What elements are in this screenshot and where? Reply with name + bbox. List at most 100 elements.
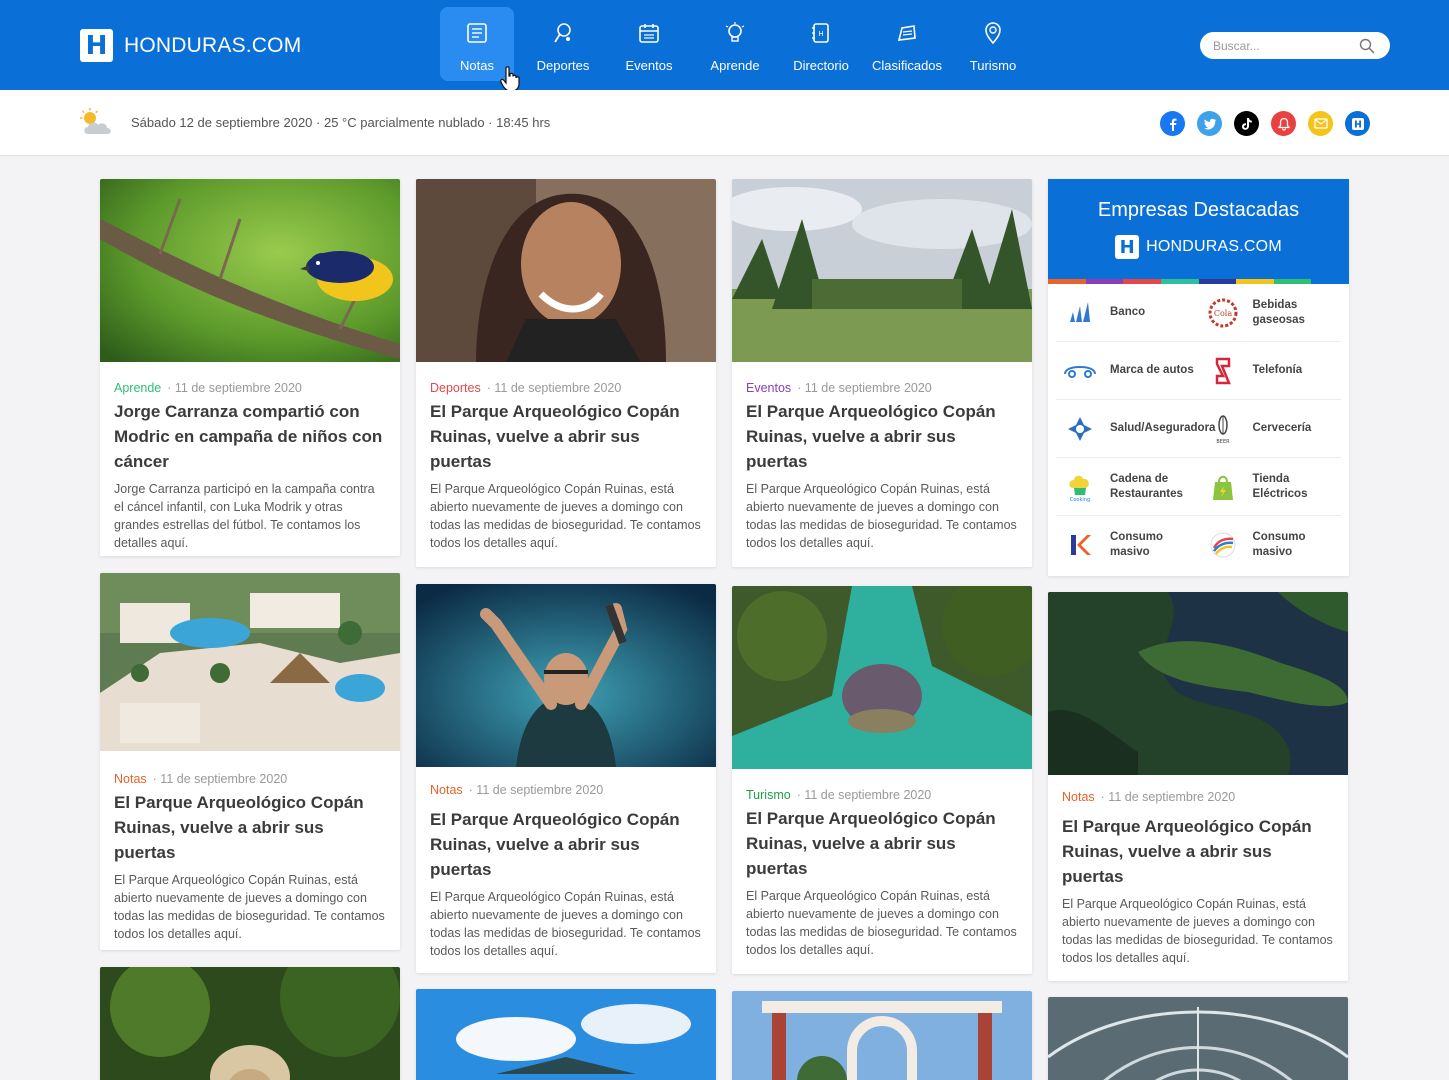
nav-label: Deportes [536, 58, 590, 73]
search-box[interactable] [1200, 32, 1390, 59]
article-title[interactable]: El Parque Arqueológico Copán Ruinas, vue… [430, 807, 702, 882]
brand-item[interactable]: Banco [1056, 296, 1199, 330]
article-meta: Notas · 11 de septiembre 2020 [430, 783, 702, 797]
nav-label: Aprende [710, 58, 760, 73]
article-title[interactable]: El Parque Arqueológico Copán Ruinas, vue… [746, 399, 1018, 474]
brand-label: Telefonía [1252, 364, 1303, 376]
article-meta: Turismo · 11 de septiembre 2020 [746, 788, 1018, 802]
date-weather-text: Sábado 12 de septiembre 2020 · 25 °C par… [131, 115, 551, 130]
nav-item-clasificados[interactable]: Clasificados [864, 7, 950, 81]
article-category[interactable]: Deportes [430, 381, 481, 395]
article-category[interactable]: Notas [1062, 790, 1095, 804]
article-card[interactable] [100, 967, 400, 1080]
sports-icon [551, 21, 575, 45]
telecom-logo-icon [1203, 354, 1243, 388]
article-meta: Deportes · 11 de septiembre 2020 [430, 381, 702, 395]
brand-item[interactable]: Consumo masivo [1056, 528, 1199, 562]
article-excerpt: El Parque Arqueológico Copán Ruinas, est… [114, 873, 385, 941]
article-image-woman[interactable] [416, 179, 716, 362]
article-image-courtyard[interactable] [732, 991, 1032, 1080]
article-card[interactable]: Turismo · 11 de septiembre 2020 El Parque… [732, 586, 1032, 974]
article-image-lake-sky[interactable] [416, 989, 716, 1080]
article-title[interactable]: El Parque Arqueológico Copán Ruinas, vue… [1062, 814, 1334, 889]
brand-row: Marca de autos Telefonía [1056, 342, 1341, 400]
article-image-bird[interactable] [100, 179, 400, 362]
mail-icon[interactable] [1308, 111, 1333, 136]
article-excerpt: El Parque Arqueológico Copán Ruinas, est… [746, 482, 1017, 550]
mouse-pointer-hand-icon [500, 66, 520, 92]
main-nav: Notas Deportes Eventos Aprende H Directo… [440, 7, 1036, 81]
brand-label: Consumo masivo [1110, 531, 1164, 558]
article-card[interactable]: Eventos · 11 de septiembre 2020 El Parque… [732, 179, 1032, 567]
nav-label: Clasificados [871, 58, 943, 73]
article-excerpt: El Parque Arqueológico Copán Ruinas, est… [746, 889, 1017, 957]
article-card[interactable] [732, 991, 1032, 1080]
article-card[interactable]: Notas · 11 de septiembre 2020 El Parque A… [100, 573, 400, 950]
brand-item[interactable]: Cola Bebidas gaseosas [1199, 296, 1342, 330]
brand-label: Cervecería [1252, 422, 1312, 434]
search-icon[interactable] [1359, 38, 1375, 54]
article-date: · 11 de septiembre 2020 [468, 783, 604, 797]
article-card[interactable]: Aprende · 11 de septiembre 2020 Jorge Car… [100, 179, 400, 556]
notification-bell-icon[interactable] [1271, 111, 1296, 136]
notes-icon [465, 21, 489, 45]
site-logo[interactable]: H HONDURAS.COM [80, 29, 301, 62]
honduras-app-icon[interactable] [1345, 111, 1370, 136]
article-category[interactable]: Turismo [746, 788, 791, 802]
info-bar: Sábado 12 de septiembre 2020 · 25 °C par… [0, 90, 1449, 156]
brand-item[interactable]: BEER Cervecería [1199, 412, 1342, 446]
brand-item[interactable]: Salud/Aseguradora [1056, 412, 1215, 446]
article-card[interactable] [416, 989, 716, 1080]
article-image-forest[interactable] [732, 179, 1032, 362]
article-meta: Aprende · 11 de septiembre 2020 [114, 381, 386, 395]
nav-item-turismo[interactable]: Turismo [950, 7, 1036, 81]
brand-row: Cooking Cadena de Restaurantes Tienda El… [1056, 458, 1341, 516]
article-image-river[interactable] [732, 586, 1032, 769]
consumer-goods-logo-icon-2 [1203, 528, 1243, 562]
brand-label: Tienda Eléctricos [1252, 472, 1308, 500]
facebook-icon[interactable] [1160, 111, 1185, 136]
consumer-goods-logo-icon [1060, 528, 1100, 562]
svg-text:H: H [818, 30, 823, 38]
logo-text: HONDURAS.COM [124, 33, 302, 57]
article-category[interactable]: Eventos [746, 381, 791, 395]
article-image-resort[interactable] [100, 573, 400, 751]
article-category[interactable]: Notas [430, 783, 463, 797]
article-image-concert[interactable] [416, 584, 716, 767]
article-image-greenhouse[interactable] [1048, 997, 1348, 1080]
article-card[interactable]: Deportes · 11 de septiembre 2020 El Parqu… [416, 179, 716, 567]
tiktok-icon[interactable] [1234, 111, 1259, 136]
article-image-monkey[interactable] [100, 967, 400, 1080]
brand-label: Cadena de Restaurantes [1110, 472, 1183, 500]
article-date: · 11 de septiembre 2020 [152, 772, 288, 786]
article-category[interactable]: Notas [114, 772, 147, 786]
svg-text:Cooking: Cooking [1070, 497, 1090, 502]
article-title[interactable]: El Parque Arqueológico Copán Ruinas, vue… [746, 806, 1018, 881]
nav-item-eventos[interactable]: Eventos [606, 7, 692, 81]
article-image-aerial-lake[interactable] [1048, 592, 1348, 775]
twitter-icon[interactable] [1197, 111, 1222, 136]
article-category[interactable]: Aprende [114, 381, 161, 395]
nav-item-aprende[interactable]: Aprende [692, 7, 778, 81]
brand-item[interactable]: Marca de autos [1056, 354, 1199, 388]
brand-label: Marca de autos [1110, 364, 1194, 376]
article-title[interactable]: Jorge Carranza compartió con Modric en c… [114, 399, 386, 474]
article-card[interactable] [1048, 997, 1348, 1080]
brand-item[interactable]: Consumo masivo [1199, 528, 1342, 562]
article-excerpt: El Parque Arqueológico Copán Ruinas, est… [1062, 897, 1333, 965]
article-card[interactable]: Notas · 11 de septiembre 2020 El Parque A… [416, 584, 716, 973]
brand-item[interactable]: Tienda Eléctricos [1199, 470, 1342, 504]
search-input[interactable] [1200, 38, 1355, 53]
brand-item[interactable]: Cooking Cadena de Restaurantes [1056, 470, 1199, 504]
nav-item-deportes[interactable]: Deportes [520, 7, 606, 81]
nav-item-directorio[interactable]: H Directorio [778, 7, 864, 81]
calendar-icon [637, 21, 661, 45]
svg-text:Cola: Cola [1213, 309, 1231, 318]
article-date: · 11 de septiembre 2020 [796, 788, 932, 802]
brand-item[interactable]: Telefonía [1199, 354, 1342, 388]
article-card[interactable]: Notas · 11 de septiembre 2020 El Parque A… [1048, 592, 1348, 981]
article-excerpt: Jorge Carranza participó en la campaña c… [114, 482, 375, 550]
article-date: · 11 de septiembre 2020 [797, 381, 932, 395]
article-title[interactable]: El Parque Arqueológico Copán Ruinas, vue… [430, 399, 702, 474]
article-title[interactable]: El Parque Arqueológico Copán Ruinas, vue… [114, 790, 386, 865]
